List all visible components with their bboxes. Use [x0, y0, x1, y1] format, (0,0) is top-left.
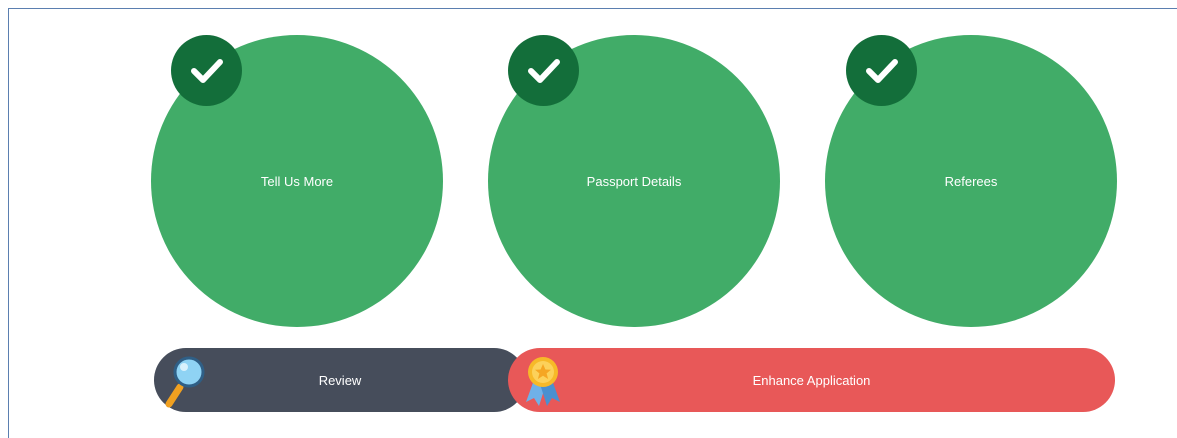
- review-button[interactable]: Review: [154, 348, 526, 412]
- check-icon: [508, 35, 579, 106]
- magnifier-icon: [158, 352, 218, 412]
- enhance-application-label: Enhance Application: [752, 372, 871, 388]
- enhance-application-button[interactable]: Enhance Application: [508, 348, 1115, 412]
- review-label: Review: [318, 372, 362, 388]
- check-icon: [171, 35, 242, 106]
- check-icon: [846, 35, 917, 106]
- step-label: Referees: [944, 173, 998, 189]
- step-label: Tell Us More: [260, 173, 334, 189]
- award-ribbon-icon: [512, 352, 572, 412]
- step-label: Passport Details: [586, 173, 682, 189]
